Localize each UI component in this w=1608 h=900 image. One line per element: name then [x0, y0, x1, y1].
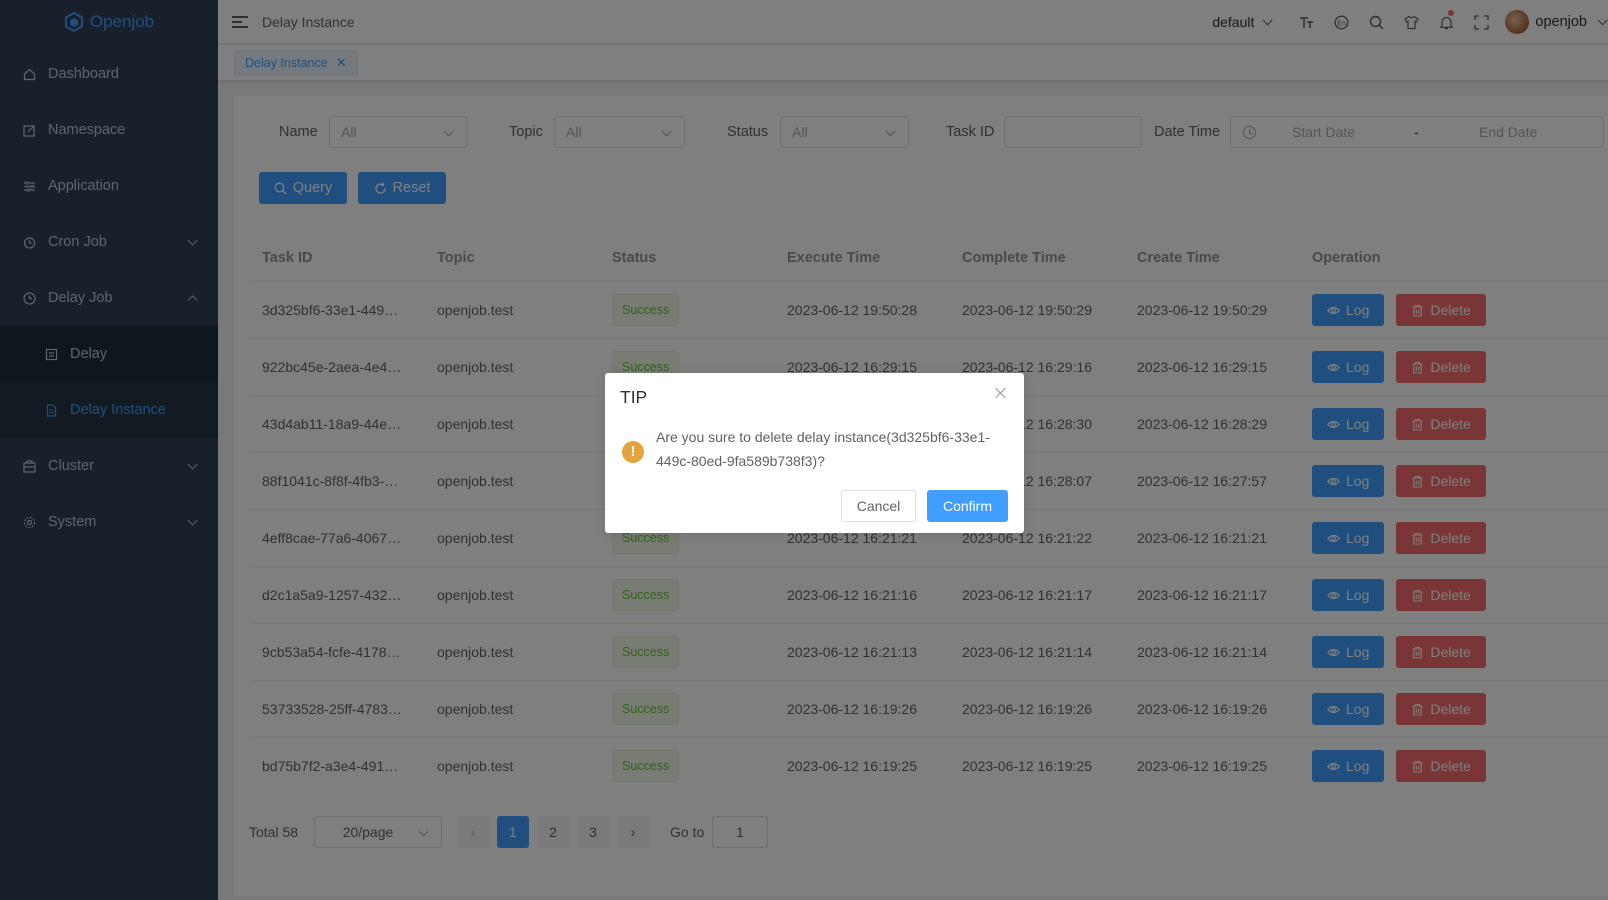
confirm-dialog: TIP ! Are you sure to delete delay insta… — [605, 373, 1024, 533]
cancel-button[interactable]: Cancel — [841, 490, 916, 522]
dialog-message: Are you sure to delete delay instance(3d… — [656, 429, 990, 469]
close-icon[interactable] — [994, 386, 1008, 400]
confirm-button[interactable]: Confirm — [927, 490, 1008, 522]
dialog-title: TIP — [620, 387, 648, 407]
warning-icon: ! — [622, 441, 644, 463]
